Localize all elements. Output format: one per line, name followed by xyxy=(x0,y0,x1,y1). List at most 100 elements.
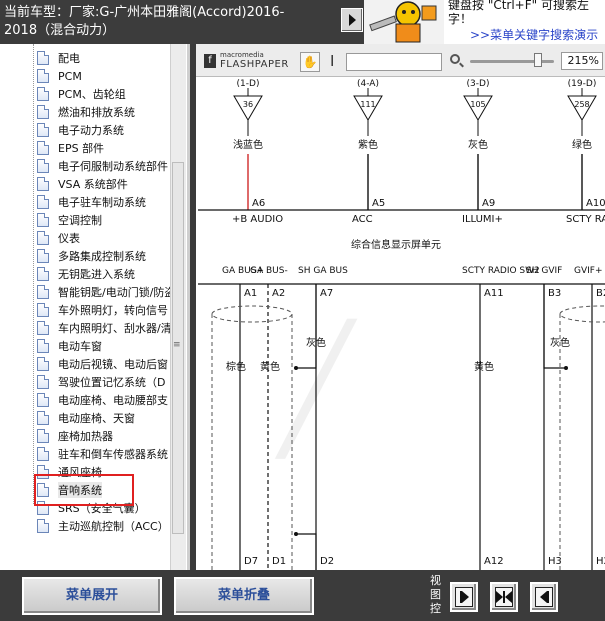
tree-item-label: PCM xyxy=(58,69,82,83)
tree-item[interactable]: 智能钥匙/电动门锁/防盗 xyxy=(37,283,177,301)
menu-expand-button[interactable]: 菜单展开 xyxy=(22,577,162,615)
search-input[interactable] xyxy=(346,53,442,71)
pin-label: A1 xyxy=(244,288,257,299)
tree-item[interactable]: 驻车和倒车传感器系统 xyxy=(37,445,177,463)
wire-color-label: 浅蓝色 xyxy=(233,138,263,151)
document-icon xyxy=(37,141,49,155)
hand-tool-icon[interactable]: ✋ xyxy=(300,52,320,72)
arrow-right-icon xyxy=(461,591,469,603)
promo-hint-line2: 字！ xyxy=(448,12,473,26)
document-icon xyxy=(37,123,49,137)
tree-item-label: 智能钥匙/电动门锁/防盗 xyxy=(58,286,176,299)
tree-item[interactable]: 车内照明灯、刮水器/清洗 xyxy=(37,319,183,337)
document-icon xyxy=(37,69,49,83)
document-icon xyxy=(37,51,49,65)
document-icon xyxy=(37,195,49,209)
search-icon[interactable] xyxy=(450,54,460,64)
pin-label: D7 xyxy=(244,556,258,567)
search-demo-link[interactable]: >>菜单关键字搜索演示 xyxy=(470,26,598,43)
fuse-number: 258 xyxy=(574,100,589,109)
show-panel-button[interactable] xyxy=(341,8,363,32)
tree-item[interactable]: 车外照明灯，转向信号 xyxy=(37,301,177,319)
flashpaper-toolbar: f macromedia FLASHPAPER ✋ I 215% xyxy=(196,44,605,77)
tree-item[interactable]: PCM xyxy=(37,67,177,85)
tree-item[interactable]: 主动巡航控制（ACC） xyxy=(37,517,177,535)
zoom-level-field[interactable]: 215% xyxy=(561,52,603,70)
tree-item[interactable]: 电子驻车制动系统 xyxy=(37,193,177,211)
tree-item-label: 电子驻车制动系统 xyxy=(58,196,146,209)
tree-item[interactable]: 驾驶位置记忆系统（D xyxy=(37,373,177,391)
pin-label: A6 xyxy=(252,198,265,209)
tree-item-label: 仪表 xyxy=(58,232,80,245)
view-center-button[interactable] xyxy=(490,582,518,612)
tree-item[interactable]: 电动车窗 xyxy=(37,337,177,355)
tree-item[interactable]: 多路集成控制系统 xyxy=(37,247,177,265)
document-icon xyxy=(37,159,49,173)
fuse-number: 105 xyxy=(470,100,485,109)
unit-name: 综合信息显示屏单元 xyxy=(351,238,441,251)
document-icon xyxy=(37,393,49,407)
view-left-button[interactable] xyxy=(530,582,558,612)
mascot-image xyxy=(364,0,444,44)
wiring-diagram: (1-D) 36 浅蓝色 A6 (4-A) 111 紫色 A5 (3-D) 105 灰色 A9 (19-… xyxy=(198,79,605,570)
tree-item[interactable]: 电动后视镜、电动后窗 xyxy=(37,355,177,373)
tree-item-label: 配电 xyxy=(58,52,80,65)
tree-item[interactable]: 仪表 xyxy=(37,229,177,247)
scroll-grip-icon: ≡ xyxy=(173,340,181,350)
tree-item[interactable]: EPS 部件 xyxy=(37,139,177,157)
menu-collapse-button[interactable]: 菜单折叠 xyxy=(174,577,314,615)
wire-color-label: 灰色 xyxy=(468,138,488,151)
tree-item-label: PCM、齿轮组 xyxy=(58,88,126,101)
tree-item-label: 空调控制 xyxy=(58,214,102,227)
tree-item-label: 车外照明灯，转向信号 xyxy=(58,304,168,317)
watermark-glyph: ╱ xyxy=(280,320,353,459)
tree-item[interactable]: 电动座椅、天窗 xyxy=(37,409,177,427)
document-icon xyxy=(37,285,49,299)
tree-item[interactable]: VSA 系统部件 xyxy=(37,175,177,193)
document-icon xyxy=(37,213,49,227)
tree-item[interactable]: 燃油和排放系统 xyxy=(37,103,177,121)
tree-item[interactable]: 配电 xyxy=(37,49,177,67)
tree-item[interactable]: 座椅加热器 xyxy=(37,427,177,445)
pin-label: A11 xyxy=(484,288,504,299)
document-icon xyxy=(37,447,49,461)
tree-item[interactable]: 空调控制 xyxy=(37,211,177,229)
pin-label: D1 xyxy=(272,556,286,567)
wire-color-label: 紫色 xyxy=(358,138,378,151)
pin-label: A5 xyxy=(372,198,385,209)
view-right-button[interactable] xyxy=(450,582,478,612)
zoom-slider-thumb[interactable] xyxy=(534,53,542,67)
tree-item[interactable]: 电动座椅、电动腰部支 xyxy=(37,391,177,409)
tree-item-label: 电子动力系统 xyxy=(58,124,124,137)
document-viewer: f macromedia FLASHPAPER ✋ I 215% (1-D) 36… xyxy=(196,44,605,570)
bottom-bar: 菜单展开 菜单折叠 视图控 xyxy=(0,570,605,621)
tree-item[interactable]: 电子伺服制动系统部件 xyxy=(37,157,177,175)
text-select-icon[interactable]: I xyxy=(330,52,334,70)
wire-color-label: 黄色 xyxy=(474,360,494,373)
tree-item-label: 车内照明灯、刮水器/清洗 xyxy=(58,322,183,335)
tree-item-label: 电动座椅、电动腰部支 xyxy=(58,394,168,407)
tree-item[interactable]: PCM、齿轮组 xyxy=(37,85,177,103)
document-icon xyxy=(37,519,49,533)
wire-color-label: 黄色 xyxy=(260,360,280,373)
mascot-icon xyxy=(369,1,437,43)
current-model-title: 当前车型：厂家:G-广州本田雅阁(Accord)2016-2018（混合动力） xyxy=(4,5,285,38)
fuse-id: (3-D) xyxy=(467,79,490,89)
fuse-id: (19-D) xyxy=(568,79,597,89)
tree-connector xyxy=(33,44,34,504)
document-icon xyxy=(37,357,49,371)
pin-label: A12 xyxy=(484,556,504,567)
wire-color-label: 灰色 xyxy=(550,336,570,349)
menu-tree: 配电 PCM PCM、齿轮组燃油和排放系统电子动力系统 EPS 部件 电子伺服制动系统部… xyxy=(0,44,190,570)
pin-label: A10 xyxy=(586,198,605,209)
tree-item[interactable]: 电子动力系统 xyxy=(37,121,177,139)
tree-item-label: 驾驶位置记忆系统（D xyxy=(58,376,166,389)
tree-item[interactable]: 无钥匙进入系统 xyxy=(37,265,177,283)
document-icon xyxy=(37,375,49,389)
document-icon xyxy=(37,105,49,119)
document-icon xyxy=(37,339,49,353)
tree-item-label: 多路集成控制系统 xyxy=(58,250,146,263)
flash-f-icon: f xyxy=(204,54,216,68)
pin-label: A9 xyxy=(482,198,495,209)
wire-color-label: 绿色 xyxy=(572,138,592,151)
